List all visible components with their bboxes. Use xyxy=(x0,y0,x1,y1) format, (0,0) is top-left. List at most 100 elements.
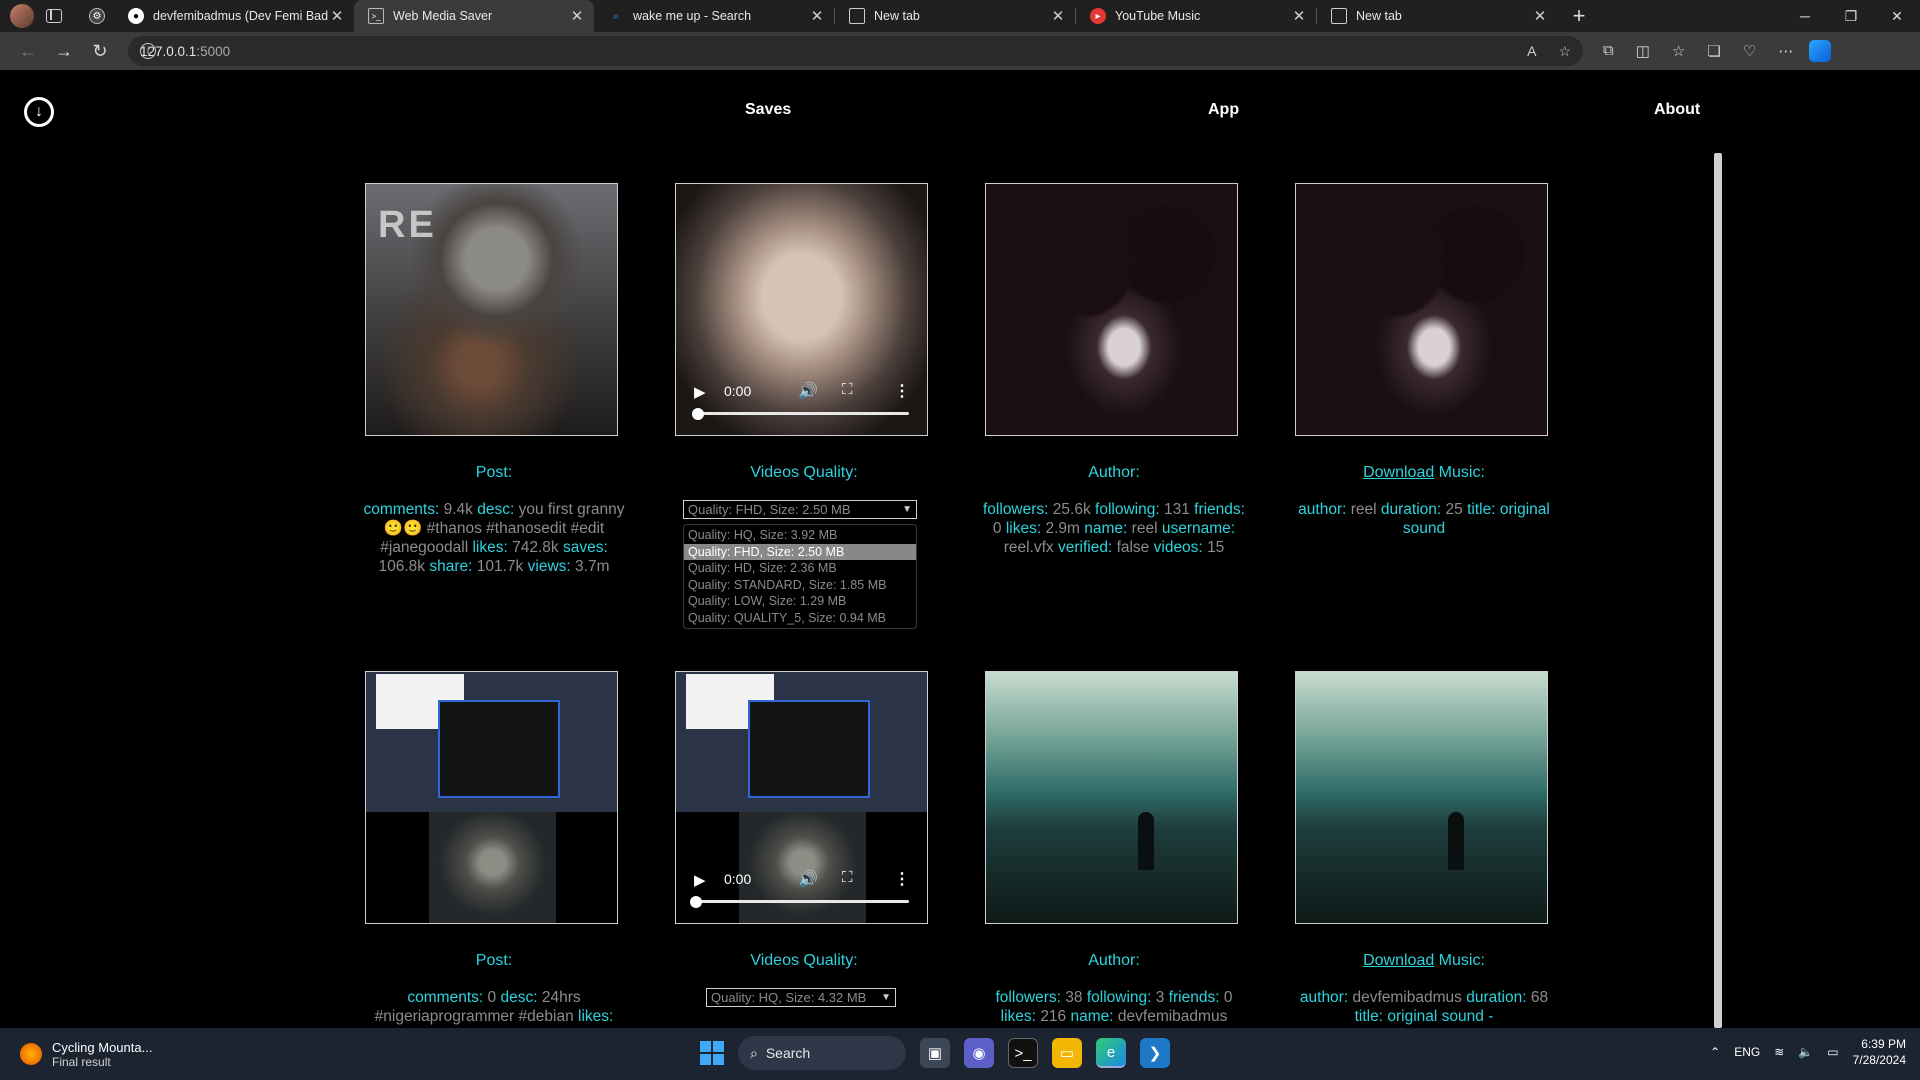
play-icon[interactable]: ▶ xyxy=(694,383,706,401)
tab-pinned[interactable]: ⚙ xyxy=(80,0,114,32)
browser-toolbar: ← → ↻ i 127.0.0.1:5000 A ☆ ⧉ ◫ ☆ ❏ ♡ ⋯ xyxy=(0,32,1920,70)
video-quality-select[interactable]: Quality: FHD, Size: 2.50 MB ▼ xyxy=(683,500,917,519)
video-time: 0:00 xyxy=(724,383,752,399)
sports-widget-icon xyxy=(20,1043,42,1065)
close-tab-icon[interactable]: ✕ xyxy=(568,7,586,25)
author-info: followers: 38 following: 3 friends: 0 li… xyxy=(995,989,1233,1025)
close-tab-icon[interactable]: ✕ xyxy=(1290,7,1308,25)
fullscreen-icon[interactable]: ⛶ xyxy=(842,869,853,886)
clock[interactable]: 6:39 PM 7/28/2024 xyxy=(1853,1036,1906,1068)
tab-newtab-1[interactable]: New tab ✕ xyxy=(835,0,1075,32)
video-progress-knob[interactable] xyxy=(692,408,704,420)
video-player[interactable]: ▶ 0:00 🔊 ⛶ ⋮ xyxy=(675,671,928,924)
restore-icon[interactable]: ❐ xyxy=(1828,8,1874,25)
speaker-icon[interactable]: 🔈 xyxy=(1798,1045,1813,1059)
quality-option[interactable]: Quality: HQ, Size: 3.92 MB xyxy=(684,527,916,544)
browser-tab-strip: ⚙ ● devfemibadmus (Dev Femi Badmus) ✕ >_… xyxy=(0,0,1920,32)
terminal-icon[interactable]: >_ xyxy=(1008,1038,1038,1068)
address-bar[interactable]: i 127.0.0.1:5000 A ☆ xyxy=(128,36,1583,66)
search-label: Search xyxy=(765,1045,811,1061)
tab-newtab-2[interactable]: New tab ✕ xyxy=(1317,0,1557,32)
url-port: :5000 xyxy=(196,43,231,59)
wifi-icon[interactable]: ≋ xyxy=(1774,1045,1784,1059)
site-info-icon[interactable]: i xyxy=(140,43,156,59)
more-options-icon[interactable]: ⋮ xyxy=(894,381,910,401)
videos-quality-heading: Videos Quality: xyxy=(750,464,858,481)
collections-icon[interactable]: ❏ xyxy=(1707,42,1720,60)
language-indicator[interactable]: ENG xyxy=(1734,1045,1760,1059)
refresh-icon[interactable]: ↻ xyxy=(82,41,118,62)
new-tab-button[interactable]: + xyxy=(1563,3,1595,29)
quality-option[interactable]: Quality: HD, Size: 2.36 MB xyxy=(684,560,916,577)
start-button[interactable] xyxy=(700,1041,724,1065)
tab-web-media-saver[interactable]: >_ Web Media Saver ✕ xyxy=(354,0,594,32)
scrollbar[interactable] xyxy=(1714,153,1722,1028)
clock-time: 6:39 PM xyxy=(1861,1037,1906,1051)
clock-date: 7/28/2024 xyxy=(1852,1053,1906,1067)
post-heading: Post: xyxy=(475,952,513,969)
close-tab-icon[interactable]: ✕ xyxy=(808,7,826,25)
tab-github[interactable]: ● devfemibadmus (Dev Femi Badmus) ✕ xyxy=(114,0,354,32)
quality-option[interactable]: Quality: STANDARD, Size: 1.85 MB xyxy=(684,577,916,594)
video-progress-track[interactable] xyxy=(696,412,909,415)
close-tab-icon[interactable]: ✕ xyxy=(1049,7,1067,25)
video-player[interactable]: ▶ 0:00 🔊 ⛶ ⋮ xyxy=(675,183,928,436)
teams-icon[interactable]: ◉ xyxy=(964,1038,994,1068)
music-heading-label: Music: xyxy=(1434,952,1485,969)
more-menu-icon[interactable]: ⋯ xyxy=(1778,42,1793,60)
read-aloud-icon[interactable]: A xyxy=(1527,43,1536,60)
quality-option-selected[interactable]: Quality: FHD, Size: 2.50 MB xyxy=(684,543,916,560)
author-heading: Author: xyxy=(1088,952,1140,969)
author-avatar xyxy=(985,671,1238,924)
favorites-icon[interactable]: ☆ xyxy=(1672,42,1685,60)
more-options-icon[interactable]: ⋮ xyxy=(894,869,910,889)
favorite-star-icon[interactable]: ☆ xyxy=(1558,43,1571,60)
vscode-icon[interactable]: ❯ xyxy=(1140,1038,1170,1068)
edge-icon[interactable]: e xyxy=(1096,1038,1126,1068)
volume-icon[interactable]: 🔊 xyxy=(798,381,818,401)
play-icon[interactable]: ▶ xyxy=(694,871,706,889)
browser-essentials-icon[interactable]: ♡ xyxy=(1743,42,1756,60)
nav-app[interactable]: App xyxy=(1208,101,1239,119)
volume-icon[interactable]: 🔊 xyxy=(798,869,818,889)
music-info: author: reel duration: 25 title: origina… xyxy=(1298,501,1550,537)
forward-icon[interactable]: → xyxy=(46,41,82,62)
minimize-icon[interactable]: ─ xyxy=(1782,8,1828,25)
chevron-down-icon: ▼ xyxy=(902,504,912,515)
copilot-icon[interactable] xyxy=(1809,40,1832,62)
fullscreen-icon[interactable]: ⛶ xyxy=(842,381,853,398)
close-window-icon[interactable]: ✕ xyxy=(1874,8,1920,25)
video-progress-track[interactable] xyxy=(696,900,909,903)
weather-widget[interactable]: Cycling Mounta... Final result xyxy=(20,1040,152,1069)
nav-saves[interactable]: Saves xyxy=(745,101,791,119)
task-view-icon[interactable]: ▣ xyxy=(920,1038,950,1068)
file-explorer-icon[interactable]: ▭ xyxy=(1052,1038,1082,1068)
back-icon[interactable]: ← xyxy=(10,41,46,62)
close-tab-icon[interactable]: ✕ xyxy=(328,7,346,25)
music-heading: Download Music: xyxy=(1294,464,1554,482)
taskbar-search[interactable]: ⌕ Search xyxy=(738,1036,906,1070)
post-thumbnail: RE xyxy=(365,183,618,436)
post-info: comments: 0 desc: 24hrs #nigeriaprogramm… xyxy=(374,989,614,1025)
split-screen-icon[interactable]: ◫ xyxy=(1636,42,1650,60)
quality-option[interactable]: Quality: QUALITY_5, Size: 0.94 MB xyxy=(684,610,916,627)
tray-chevron-icon[interactable]: ⌃ xyxy=(1710,1045,1720,1059)
video-quality-select[interactable]: Quality: HQ, Size: 4.32 MB ▼ xyxy=(706,988,896,1007)
close-tab-icon[interactable]: ✕ xyxy=(1531,7,1549,25)
video-progress-knob[interactable] xyxy=(690,896,702,908)
extensions-icon[interactable]: ⧉ xyxy=(1603,42,1614,60)
battery-icon[interactable]: ▭ xyxy=(1827,1045,1838,1059)
tab-search[interactable]: ⌕ wake me up - Search ✕ xyxy=(594,0,834,32)
search-icon: ⌕ xyxy=(750,1044,758,1061)
video-time: 0:00 xyxy=(724,871,752,887)
quality-option[interactable]: Quality: LOW, Size: 1.29 MB xyxy=(684,593,916,610)
tab-youtube-music[interactable]: ▸ YouTube Music ✕ xyxy=(1076,0,1316,32)
nav-about[interactable]: About xyxy=(1654,101,1700,119)
profile-avatar[interactable] xyxy=(10,4,34,28)
download-music-link[interactable]: Download xyxy=(1363,464,1434,481)
widget-title: Cycling Mounta... xyxy=(52,1039,153,1055)
download-logo-icon[interactable]: ↓ xyxy=(24,97,54,127)
post-thumbnail xyxy=(365,671,618,924)
download-music-link[interactable]: Download xyxy=(1363,952,1434,969)
tab-actions-icon[interactable] xyxy=(46,9,62,23)
